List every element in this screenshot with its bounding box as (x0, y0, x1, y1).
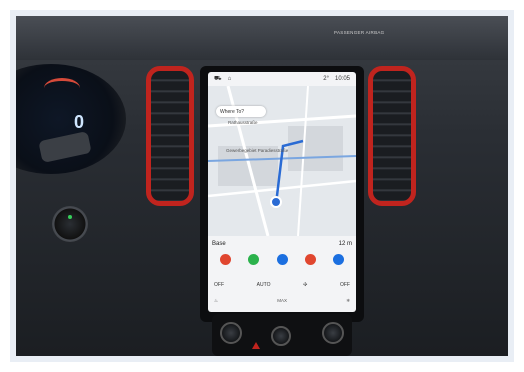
hvac-panel (212, 314, 352, 356)
left-air-vent (146, 66, 194, 206)
map-label-district: Gewerbegebiet Paradiesstraße (226, 148, 289, 153)
hazard-icon (252, 342, 260, 349)
search-label: Where To? (220, 108, 245, 115)
status-bar: ⛟ ⌂ 2° 10:05 (208, 72, 356, 86)
podcast-app-icon[interactable] (304, 254, 316, 265)
destination-bar[interactable]: Base 12 m (212, 238, 352, 250)
destination-label: Base (212, 241, 226, 247)
seat-heat-icon[interactable]: ♨ (214, 298, 218, 308)
home-icon: ⌂ (227, 76, 232, 82)
climate-controls: OFF AUTO ✣ OFF (214, 274, 350, 296)
map-label-street: Rathausstraße (228, 120, 258, 125)
infotainment-screen: ⛟ ⌂ 2° 10:05 Where To? Gewerbegebiet Par… (208, 72, 356, 312)
speed-readout: 0 (74, 112, 85, 132)
phone-app-icon[interactable] (248, 254, 260, 265)
search-chip[interactable]: Where To? (216, 106, 266, 117)
right-air-vent (368, 66, 416, 206)
assistant-app-icon[interactable] (276, 254, 288, 265)
car-icon: ⛟ (214, 76, 222, 82)
destination-distance: 12 m (338, 241, 352, 247)
music-app-icon[interactable] (220, 254, 231, 265)
navigation-map: Where To? Gewerbegebiet Paradiesstraße R… (208, 86, 356, 236)
app-dock (220, 254, 344, 266)
temp-left-knob (220, 322, 242, 344)
nav-position-icon (270, 196, 282, 208)
start-led-icon (68, 215, 72, 219)
dashboard-top (16, 16, 508, 60)
climate-max[interactable]: MAX (277, 298, 287, 308)
climate-left-status[interactable]: OFF (214, 282, 224, 288)
fan-icon[interactable]: ✣ (303, 282, 307, 288)
outside-temp: 2° (323, 76, 329, 82)
messages-app-icon[interactable] (333, 254, 344, 265)
climate-right-status[interactable]: OFF (340, 282, 350, 288)
defrost-icon[interactable]: ❄ (346, 298, 350, 308)
volume-knob (271, 326, 291, 346)
temp-right-knob (322, 322, 344, 344)
photo-frame: PASSENGER AIRBAG 0 ⛟ ⌂ 2° 10:05 Where To… (10, 10, 514, 362)
start-button (52, 206, 88, 242)
fuel-gauge-icon (44, 78, 80, 98)
climate-mode[interactable]: AUTO (257, 282, 271, 288)
car-interior-photo: PASSENGER AIRBAG 0 ⛟ ⌂ 2° 10:05 Where To… (16, 16, 508, 356)
clock: 10:05 (334, 76, 350, 82)
airbag-badge: PASSENGER AIRBAG (334, 30, 385, 35)
climate-shortcuts: ♨ MAX ❄ (214, 298, 350, 308)
